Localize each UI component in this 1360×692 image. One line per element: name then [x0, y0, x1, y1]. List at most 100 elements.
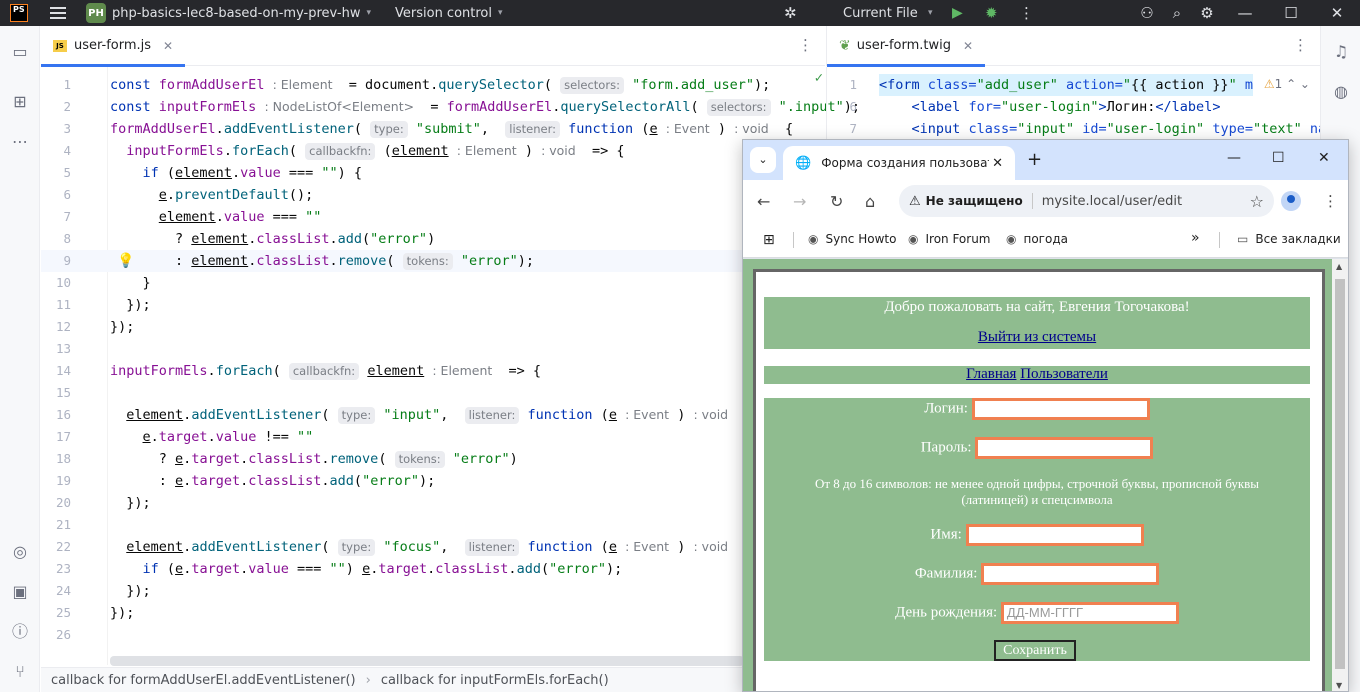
minimize-icon[interactable]: — [1222, 4, 1268, 22]
js-file-icon: JS [53, 39, 67, 52]
bookmark-star-icon[interactable]: ☆ [1250, 192, 1264, 211]
add-user-icon[interactable]: ⚇ [1132, 4, 1162, 22]
phpstorm-logo: PS [10, 4, 28, 22]
run-config-selector[interactable]: Current File [843, 6, 918, 21]
birthday-row: День рождения: ДД-ММ-ГГГГ [764, 602, 1310, 624]
debug-icon[interactable]: ✹ [985, 4, 998, 22]
url-text[interactable]: mysite.local/user/edit [1042, 194, 1182, 209]
chevron-down-icon: ▾ [366, 8, 371, 18]
not-secure-warning-icon[interactable]: ⚠ [909, 194, 921, 209]
password-hint: От 8 до 16 символов: не менее одной цифр… [814, 476, 1260, 507]
profile-avatar[interactable] [1281, 191, 1301, 211]
tab-user-form-twig[interactable]: ❦ user-form.twig ✕ [827, 26, 986, 67]
password-input[interactable] [975, 437, 1154, 459]
structure-icon[interactable]: ⊞ [10, 92, 30, 112]
nav-users-link[interactable]: Пользователи [1020, 366, 1108, 382]
tab-label: user-form.twig [856, 38, 951, 53]
main-menu-icon[interactable] [50, 7, 66, 19]
ide-title-bar: PS PH php-basics-lec8-based-on-my-prev-h… [0, 0, 1360, 26]
breadcrumb-item[interactable]: callback for inputFormEls.forEach() [381, 673, 609, 688]
globe-icon: 🌐 [795, 155, 812, 171]
close-tab-icon[interactable]: ✕ [163, 39, 173, 53]
more-actions-icon[interactable]: ⋮ [1019, 4, 1034, 22]
browser-tab[interactable]: 🌐 Форма создания пользователя ✕ [783, 146, 1015, 180]
security-label[interactable]: Не защищено [926, 194, 1023, 208]
divider [1219, 232, 1220, 248]
settings-gear-icon[interactable]: ⚙ [1192, 4, 1222, 22]
apps-grid-icon[interactable]: ⊞ [763, 232, 775, 248]
notifications-bell-icon[interactable]: ♫ [1331, 42, 1351, 62]
tab-options-icon[interactable]: ⋮ [1293, 36, 1308, 54]
ai-assistant-icon[interactable]: ◍ [1331, 82, 1351, 102]
tab-search-chevron-icon[interactable]: ⌄ [750, 147, 776, 173]
name-label: Имя: [930, 526, 962, 543]
left-editor-tabs: JS user-form.js ✕ ⋮ [41, 26, 825, 67]
close-tab-icon[interactable]: ✕ [992, 156, 1003, 171]
inspection-warnings-badge[interactable]: ⚠1 ⌃ ⌄ [1264, 77, 1310, 91]
logout-link[interactable]: Выйти из системы [978, 329, 1096, 345]
tab-user-form-js[interactable]: JS user-form.js ✕ [41, 26, 186, 67]
scrollbar-thumb[interactable] [1335, 279, 1345, 669]
more-tools-icon[interactable]: ⋯ [10, 132, 30, 152]
back-arrow-icon[interactable]: ← [757, 192, 770, 211]
project-badge[interactable]: PH [86, 3, 106, 23]
left-tool-strip: ▭ ⊞ ⋯ ◎ ▣ ⓘ ⑂ [0, 26, 40, 692]
reload-icon[interactable]: ↻ [830, 192, 843, 211]
tab-options-icon[interactable]: ⋮ [798, 36, 813, 54]
twig-file-icon: ❦ [839, 37, 851, 54]
bookmark-item[interactable]: ◉ Iron Forum [908, 232, 991, 246]
birthday-input[interactable]: ДД-ММ-ГГГГ [1000, 602, 1179, 624]
close-icon[interactable]: ✕ [1314, 4, 1360, 22]
scroll-up-icon[interactable]: ▲ [1336, 262, 1342, 271]
js-code-editor[interactable]: ✓ 1 const formAddUserEl : Element = docum… [41, 67, 860, 665]
bookmark-item[interactable]: ◉ Sync Howto [808, 232, 896, 246]
chevron-down-icon: ▾ [928, 8, 933, 18]
debug-bug-icon[interactable]: ✲ [784, 4, 797, 22]
name-input[interactable] [965, 524, 1144, 546]
close-window-icon[interactable]: ✕ [1318, 150, 1330, 166]
login-input[interactable] [971, 398, 1150, 420]
git-icon[interactable]: ⑂ [10, 662, 30, 682]
home-icon[interactable]: ⌂ [865, 192, 875, 211]
page-content: Добро пожаловать на сайт, Евгения Тогоча… [753, 269, 1325, 691]
terminal-icon[interactable]: ▣ [10, 582, 30, 602]
right-editor-tabs: ❦ user-form.twig ✕ ⋮ [826, 26, 1320, 67]
address-bar[interactable]: ⚠ Не защищено mysite.local/user/edit ☆ [899, 185, 1274, 217]
close-tab-icon[interactable]: ✕ [963, 39, 973, 53]
divider [1031, 193, 1033, 209]
welcome-text: Добро пожаловать на сайт, Евгения Тогоча… [884, 299, 1190, 315]
minimize-icon[interactable]: — [1227, 150, 1241, 166]
save-button[interactable]: Сохранить [994, 640, 1076, 661]
nav-home-link[interactable]: Главная [966, 366, 1016, 382]
lastname-label: Фамилия: [914, 565, 978, 582]
browser-tab-strip: ⌄ 🌐 Форма создания пользователя ✕ + — ☐ … [743, 140, 1348, 180]
services-icon[interactable]: ◎ [10, 542, 30, 562]
lastname-input[interactable] [981, 563, 1160, 585]
bookmark-item[interactable]: ◉ погода [1006, 232, 1068, 246]
page-scrollbar[interactable]: ▲ ▼ [1332, 259, 1348, 691]
nav-section: Главная Пользователи [764, 366, 1310, 384]
name-row: Имя: [764, 524, 1310, 546]
intention-bulb-icon[interactable]: 💡 [117, 253, 134, 269]
more-bookmarks-icon[interactable]: » [1191, 230, 1200, 246]
globe-icon: ◉ [1006, 232, 1017, 246]
horizontal-scrollbar[interactable] [110, 656, 744, 666]
new-tab-icon[interactable]: + [1027, 149, 1042, 170]
all-bookmarks-folder[interactable]: ▭ Все закладки [1237, 232, 1341, 246]
tab-label: user-form.js [74, 38, 152, 53]
project-name[interactable]: php-basics-lec8-based-on-my-prev-hw [112, 6, 360, 21]
search-icon[interactable]: ⌕ [1162, 4, 1192, 22]
project-folder-icon[interactable]: ▭ [10, 42, 30, 62]
run-icon[interactable]: ▶ [952, 5, 963, 21]
maximize-icon[interactable]: ☐ [1272, 150, 1285, 166]
header-section: Добро пожаловать на сайт, Евгения Тогоча… [764, 297, 1310, 349]
browser-menu-icon[interactable]: ⋮ [1323, 192, 1338, 210]
vcs-menu[interactable]: Version control [395, 6, 492, 21]
scroll-down-icon[interactable]: ▼ [1336, 681, 1342, 690]
maximize-icon[interactable]: ☐ [1268, 4, 1314, 22]
login-label: Логин: [924, 400, 968, 417]
problems-icon[interactable]: ⓘ [10, 622, 30, 642]
breadcrumb-item[interactable]: callback for formAddUserEl.addEventListe… [51, 673, 356, 688]
twig-code-editor[interactable]: 1 <form class="add_user" action="{{ actio… [826, 67, 1320, 147]
forward-arrow-icon[interactable]: → [793, 192, 806, 211]
